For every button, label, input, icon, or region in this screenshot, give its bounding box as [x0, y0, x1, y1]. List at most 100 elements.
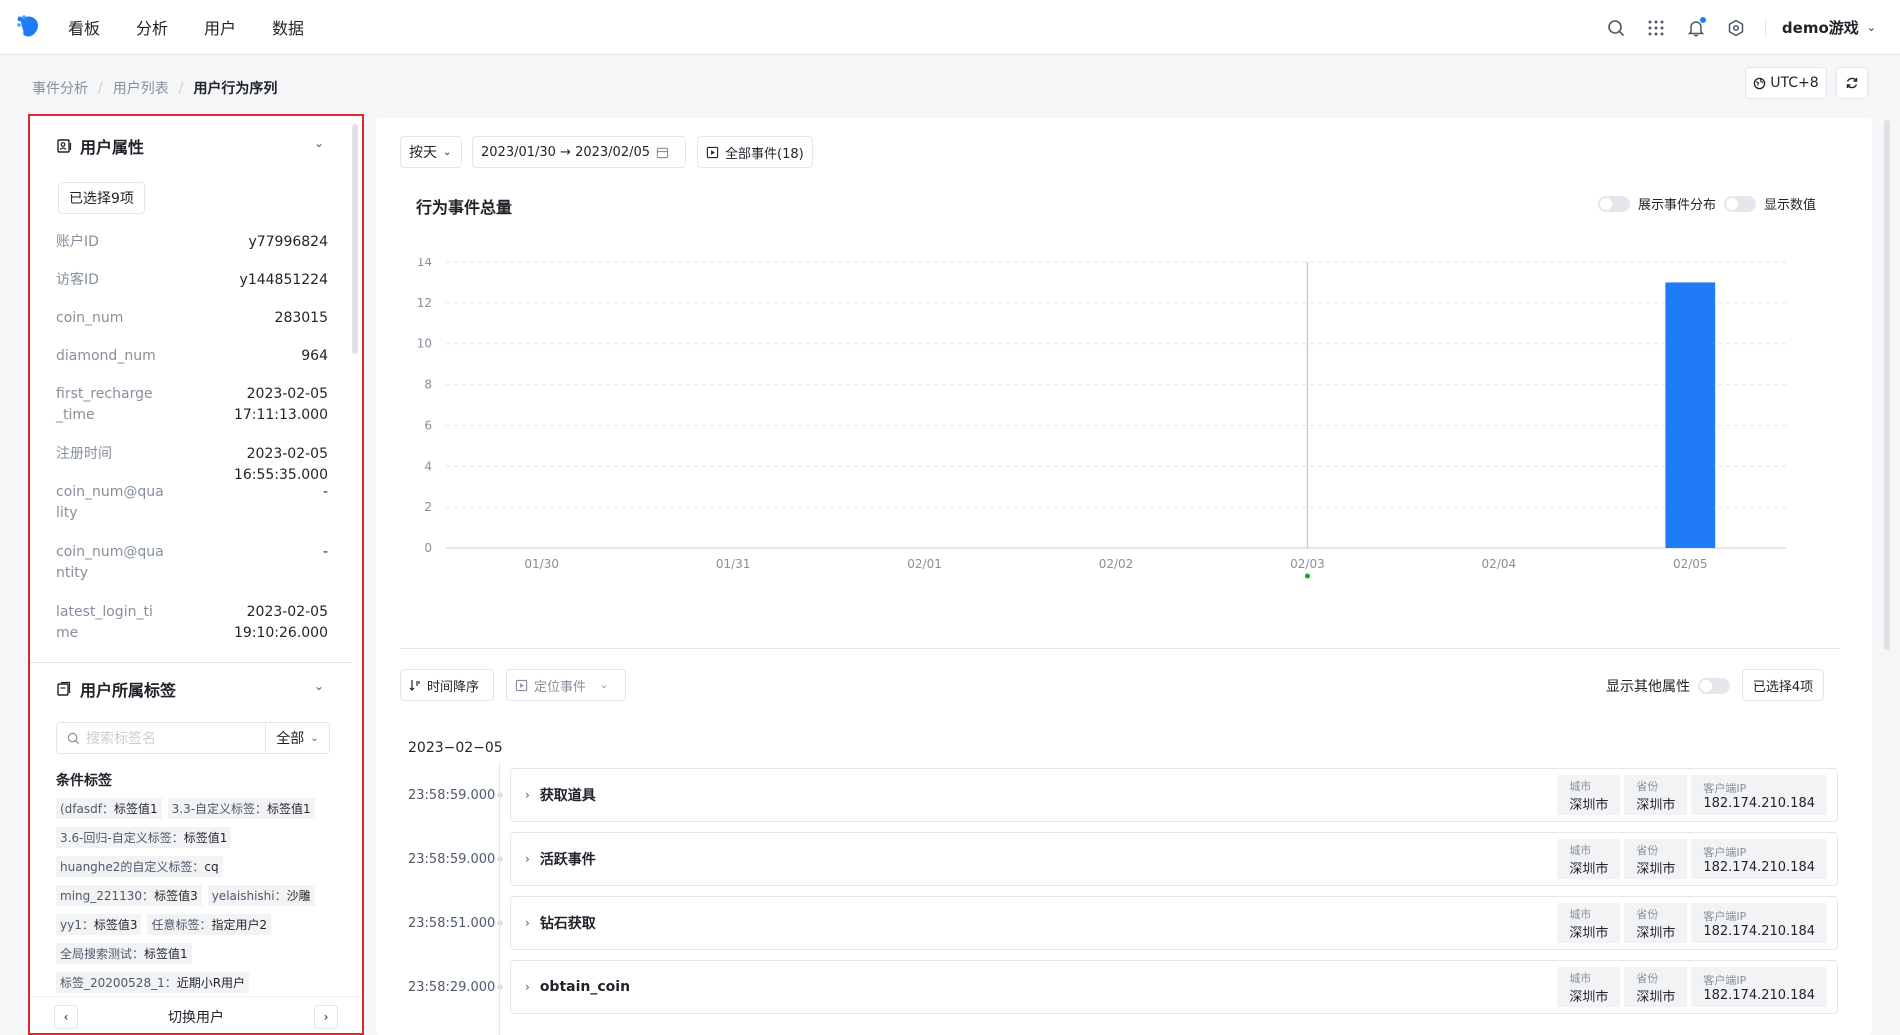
list-props-selected-label: 已选择4项: [1752, 679, 1814, 695]
timeline-dot: [497, 920, 503, 926]
breadcrumb-separator: /: [178, 80, 184, 96]
user-card-icon: [57, 139, 72, 153]
event-prop: 城市 深圳市: [1557, 839, 1621, 879]
apps-grid-icon[interactable]: [1645, 17, 1667, 39]
event-row: 23:58:59.000 › 获取道具 城市 深圳市 省份 深圳市 客户端IP 182.174.…: [408, 768, 1838, 822]
chevron-down-icon: ⌄: [600, 679, 609, 691]
user-attr-row: diamond_num 964: [56, 346, 328, 367]
event-prop-value: 深圳市: [1569, 989, 1609, 1005]
timezone-label: UTC+8: [1770, 75, 1819, 91]
event-card[interactable]: › 活跃事件 城市 深圳市 省份 深圳市 客户端IP 182.174.210.184: [510, 832, 1838, 886]
tag-row: huanghe2的自定义标签：cq: [56, 856, 332, 877]
show-other-props-switch[interactable]: [1698, 678, 1730, 694]
gear-icon[interactable]: [1725, 17, 1747, 39]
bar-02-05: [1665, 282, 1716, 548]
granularity-select[interactable]: 按天 ⌄: [400, 136, 462, 168]
props-selected-button[interactable]: 已选择9项: [58, 182, 145, 214]
event-card[interactable]: › 钻石获取 城市 深圳市 省份 深圳市 客户端IP 182.174.210.184: [510, 896, 1838, 950]
user-tag-value: 指定用户2: [211, 918, 268, 932]
notification-dot: [1699, 16, 1706, 23]
nav-dashboard[interactable]: 看板: [68, 15, 100, 39]
user-attr-row: coin_num@quantity -: [56, 542, 328, 584]
chevron-right-icon[interactable]: ›: [525, 980, 530, 994]
app-logo-icon[interactable]: [14, 12, 44, 42]
event-row: 23:58:51.000 › 钻石获取 城市 深圳市 省份 深圳市 客户端IP 182.174.…: [408, 896, 1838, 950]
switch-user-bar: ‹ 切换用户 ›: [30, 996, 362, 1033]
next-user-button[interactable]: ›: [314, 1005, 338, 1029]
event-prop-key: 城市: [1569, 779, 1592, 793]
sort-time-desc-button[interactable]: 时间降序: [400, 669, 494, 701]
user-tag-value: 标签值1: [144, 947, 188, 961]
chevron-right-icon[interactable]: ›: [525, 916, 530, 930]
chevron-right-icon[interactable]: ›: [525, 788, 530, 802]
search-icon[interactable]: [1605, 17, 1627, 39]
user-tag: 3.6-回归-自定义标签：标签值1: [56, 827, 232, 848]
event-prop-key: 省份: [1636, 843, 1659, 857]
timeline-date: 2023−02−05: [408, 740, 503, 756]
switch-user-label: 切换用户: [168, 1010, 224, 1026]
event-prop-key: 省份: [1636, 971, 1659, 985]
nav-analysis[interactable]: 分析: [136, 15, 168, 39]
toggle-distribution-switch[interactable]: [1598, 195, 1630, 212]
chevron-right-icon[interactable]: ›: [525, 852, 530, 866]
event-prop: 客户端IP 182.174.210.184: [1691, 903, 1827, 943]
locate-event-select[interactable]: 定位事件 ⌄: [506, 669, 626, 701]
main-scrollbar[interactable]: [1884, 120, 1890, 650]
project-switcher[interactable]: demo游戏 ⌄: [1782, 17, 1876, 38]
nav-data[interactable]: 数据: [272, 15, 304, 39]
y-tick-label: 8: [424, 378, 432, 392]
event-prop-value: 深圳市: [1636, 861, 1676, 877]
event-prop: 城市 深圳市: [1557, 903, 1621, 943]
play-square-icon: [706, 146, 719, 158]
x-tick-label: 01/31: [716, 557, 751, 571]
x-tick-label: 01/30: [524, 557, 559, 571]
list-props-selected-button[interactable]: 已选择4项: [1742, 669, 1824, 701]
event-prop-key: 客户端IP: [1703, 909, 1747, 923]
user-profile-panel: 用户属性 ⌄ 已选择9项 账户ID y77996824 访客ID y144851224…: [28, 114, 364, 1035]
all-events-label: 全部事件(18): [725, 146, 804, 162]
user-attr-value: y144851224: [239, 272, 328, 288]
section-divider: [30, 662, 352, 663]
panel-scrollbar[interactable]: [352, 124, 358, 354]
event-prop: 省份 深圳市: [1624, 967, 1688, 1007]
tag-search-input[interactable]: 搜索标签名: [56, 722, 266, 754]
tag-row: 3.6-回归-自定义标签：标签值1: [56, 827, 332, 848]
tag-row: 全局搜索测试：标签值1: [56, 943, 332, 964]
user-attr-value: 2023-02-05 16:55:35.000: [233, 446, 328, 483]
refresh-button[interactable]: [1836, 67, 1868, 99]
bell-icon[interactable]: [1685, 16, 1707, 39]
toggle-values-switch[interactable]: [1724, 195, 1756, 212]
event-name: 获取道具: [539, 788, 596, 804]
user-tag-value: 标签值1: [183, 831, 228, 845]
timeline-dot: [497, 856, 503, 862]
previous-user-button[interactable]: ‹: [54, 1005, 78, 1029]
collapse-user-props-icon[interactable]: ⌄: [314, 136, 324, 150]
tag-filter-select[interactable]: 全部 ⌄: [266, 722, 330, 754]
timezone-button[interactable]: UTC+8: [1745, 67, 1827, 99]
event-name: 钻石获取: [539, 916, 596, 932]
user-attr-key: coin_num@quality: [56, 484, 164, 521]
behavior-sequence-panel: 按天 ⌄ 2023/01/30 → 2023/02/05 全部事件(18) 行为…: [376, 118, 1872, 1035]
breadcrumb-user-list[interactable]: 用户列表: [113, 78, 169, 98]
show-other-props-label: 显示其他属性: [1606, 679, 1690, 695]
all-events-button[interactable]: 全部事件(18): [697, 136, 813, 168]
date-range-picker[interactable]: 2023/01/30 → 2023/02/05: [472, 136, 686, 168]
user-attr-value: -: [322, 484, 328, 500]
event-prop-key: 城市: [1569, 843, 1592, 857]
user-tag-key: (dfasdf：: [60, 802, 114, 816]
top-navigation: 看板 分析 用户 数据 demo游戏 ⌄: [0, 0, 1900, 55]
granularity-value: 按天: [409, 145, 437, 161]
user-props-title: 用户属性: [80, 138, 145, 157]
user-tag: (dfasdf：标签值1: [56, 798, 162, 819]
breadcrumb-event-analysis[interactable]: 事件分析: [32, 78, 88, 98]
user-attr-value: 2023-02-05 17:11:13.000: [233, 386, 328, 423]
event-prop-value: 深圳市: [1569, 925, 1609, 941]
event-card[interactable]: › 获取道具 城市 深圳市 省份 深圳市 客户端IP 182.174.210.184: [510, 768, 1838, 822]
event-card[interactable]: › obtain_coin 城市 深圳市 省份 深圳市 客户端IP 182.174.210.1…: [510, 960, 1838, 1014]
user-attr-value: -: [322, 544, 328, 560]
event-prop: 省份 深圳市: [1624, 775, 1688, 815]
nav-users[interactable]: 用户: [204, 15, 236, 39]
collapse-user-tags-icon[interactable]: ⌄: [314, 679, 324, 693]
timeline-dot: [497, 792, 503, 798]
user-attr-value: y77996824: [248, 234, 328, 250]
